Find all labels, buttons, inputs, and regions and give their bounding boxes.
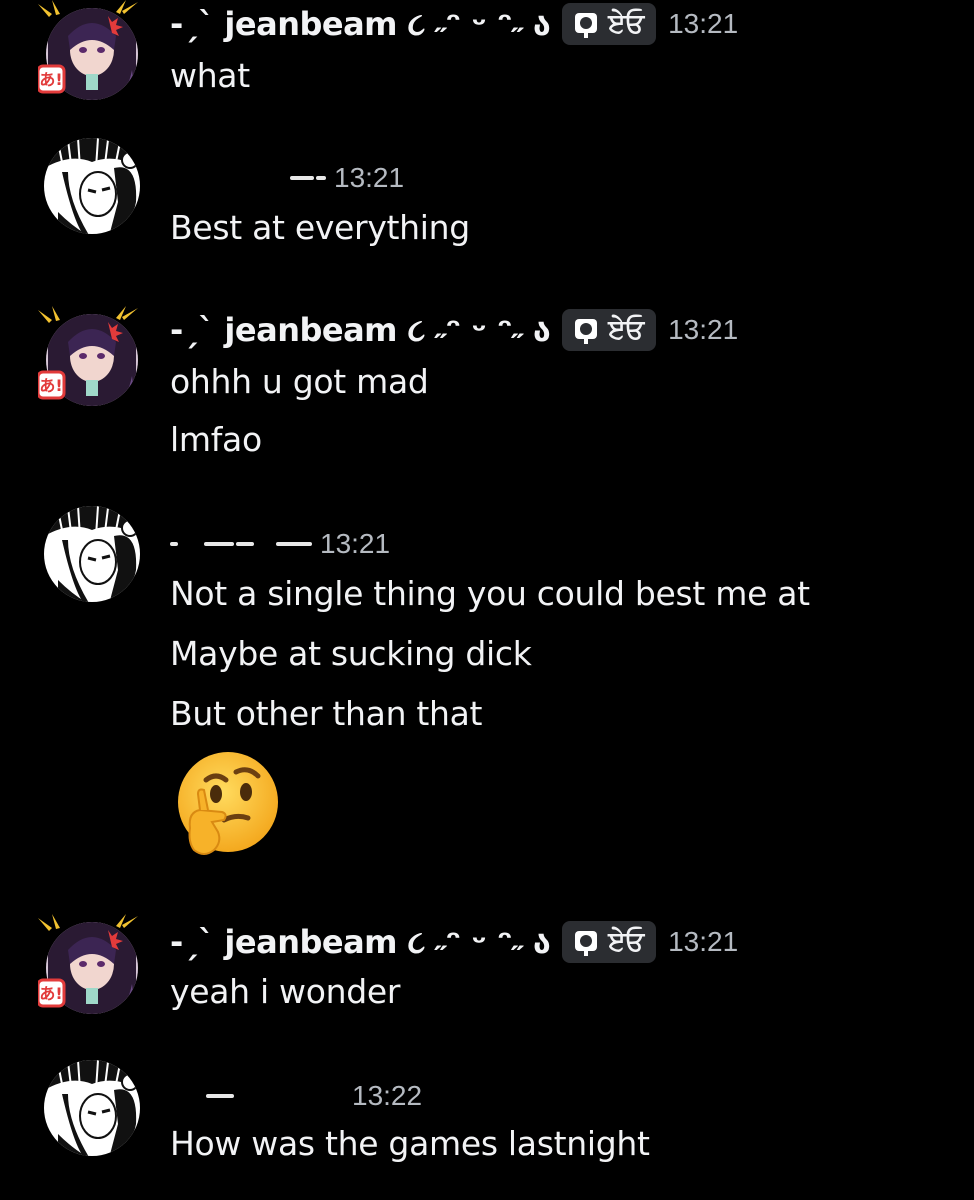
message-header: -ˏˋ jeanbeam ૮ ˶ᵔ ᵕ ᵔ˶ ა ਏਓ 13:21: [170, 0, 738, 48]
server-tag-icon: [575, 931, 598, 956]
server-tag-badge[interactable]: ਏਓ: [562, 921, 657, 963]
timestamp[interactable]: 13:21: [668, 926, 738, 958]
redacted-username: [236, 1081, 346, 1111]
avatar[interactable]: [38, 1054, 146, 1162]
timestamp[interactable]: 13:21: [334, 162, 404, 194]
username[interactable]: -ˏˋ jeanbeam ૮ ˶ᵔ ᵕ ᵔ˶ ა: [170, 5, 551, 44]
redacted-mark: [206, 1094, 234, 1098]
server-tag-icon: [575, 13, 598, 38]
message-text: yeah i wonder: [170, 972, 401, 1011]
redacted-mark: [236, 542, 254, 546]
manga-boy-avatar-icon: [44, 138, 140, 234]
avatar[interactable]: あ!: [38, 914, 146, 1022]
message-text: Best at everything: [170, 208, 470, 247]
message-text: lmfao: [170, 420, 262, 459]
redacted-username: [180, 529, 204, 559]
username[interactable]: -ˏˋ jeanbeam ૮ ˶ᵔ ᵕ ᵔ˶ ა: [170, 311, 551, 350]
redacted-mark: [204, 542, 234, 546]
server-tag-badge[interactable]: ਏਓ: [562, 3, 657, 45]
avatar[interactable]: あ!: [38, 306, 146, 414]
server-tag-text: ਏਓ: [608, 8, 645, 39]
timestamp[interactable]: 13:22: [352, 1080, 422, 1112]
username[interactable]: -ˏˋ jeanbeam ૮ ˶ᵔ ᵕ ᵔ˶ ა: [170, 923, 551, 962]
redacted-mark: [276, 542, 312, 546]
anime-girl-avatar-icon: あ!: [38, 0, 138, 100]
message-text: How was the games lastnight: [170, 1124, 650, 1163]
redacted-username: [256, 529, 276, 559]
timestamp[interactable]: 13:21: [320, 528, 390, 560]
manga-boy-avatar-icon: [44, 506, 140, 602]
manga-boy-avatar-icon: [44, 1060, 140, 1156]
message-header: 13:21: [170, 158, 404, 198]
timestamp[interactable]: 13:21: [668, 314, 738, 346]
anime-girl-avatar-icon: あ!: [38, 914, 138, 1014]
message-text: Maybe at sucking dick: [170, 634, 532, 673]
redacted-mark: [290, 176, 314, 180]
message-header: -ˏˋ jeanbeam ૮ ˶ᵔ ᵕ ᵔ˶ ა ਏਓ 13:21: [170, 306, 738, 354]
timestamp[interactable]: 13:21: [668, 8, 738, 40]
thinking-face-emoji-icon: [178, 752, 278, 855]
avatar[interactable]: [38, 500, 146, 608]
anime-girl-avatar-icon: あ!: [38, 306, 138, 406]
message-text: Not a single thing you could best me at: [170, 574, 810, 613]
redacted-mark: [316, 176, 326, 180]
svg-text:あ!: あ!: [39, 70, 62, 89]
message-header: 13:22: [170, 1076, 422, 1116]
message-header: 13:21: [170, 524, 390, 564]
avatar[interactable]: あ!: [38, 0, 146, 108]
redacted-username: [170, 1081, 206, 1111]
server-tag-icon: [575, 319, 598, 344]
message-text: But other than that: [170, 694, 483, 733]
server-tag-text: ਏਓ: [608, 926, 645, 957]
avatar[interactable]: [38, 132, 146, 240]
svg-text:あ!: あ!: [39, 984, 62, 1003]
message-header: -ˏˋ jeanbeam ૮ ˶ᵔ ᵕ ᵔ˶ ა ਏਓ 13:21: [170, 918, 738, 966]
redacted-mark: [170, 542, 178, 546]
server-tag-text: ਏਓ: [608, 314, 645, 345]
redacted-username: [170, 163, 290, 193]
message-text: ohhh u got mad: [170, 362, 429, 401]
server-tag-badge[interactable]: ਏਓ: [562, 309, 657, 351]
svg-text:あ!: あ!: [39, 376, 62, 395]
message-text: what: [170, 56, 250, 95]
